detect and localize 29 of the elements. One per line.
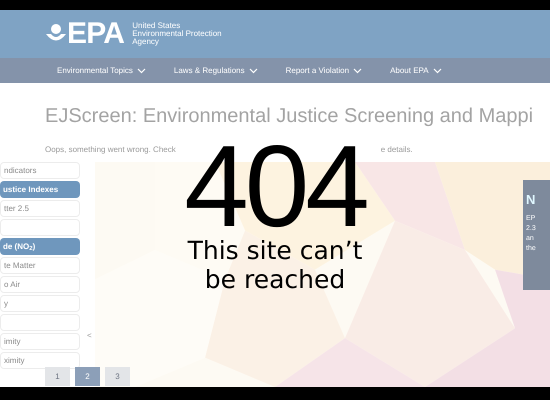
page-button[interactable]: 3 (105, 367, 130, 386)
chevron-down-icon (136, 68, 146, 74)
layer-list-item[interactable]: ustice Indexes (0, 181, 80, 198)
nav-menu-item[interactable]: About EPA (390, 64, 442, 76)
layer-list-item[interactable]: de (NO$_{2}$) (0, 238, 80, 255)
layer-list-item[interactable]: te Matter (0, 257, 80, 274)
chevron-down-icon (353, 68, 362, 74)
logo-text: EPA (67, 19, 124, 49)
notice-title: N (526, 192, 536, 208)
nav-menu-item[interactable]: Report a Violation (286, 64, 362, 76)
nav-menu-item[interactable]: Environmental Topics (57, 64, 146, 76)
layer-list-item[interactable]: ndicators (0, 162, 80, 179)
layer-list-item[interactable]: ximity (0, 352, 80, 369)
nav-menu-item[interactable]: Laws & Regulations (174, 64, 258, 76)
page-button[interactable]: 2 (75, 367, 100, 386)
page-button[interactable]: 1 (45, 367, 70, 386)
chevron-down-icon (248, 68, 258, 74)
page-title: EJScreen: Environmental Justice Screening and Mappi (45, 104, 534, 129)
agency-name: Environmental Protection (132, 30, 222, 38)
agency-name: United States (132, 22, 182, 30)
agency-name: Agency (132, 38, 160, 46)
chevron-down-icon (432, 68, 442, 74)
layer-list-item[interactable]: imity (0, 333, 80, 350)
error-message: Oops, something went wrong. Check (45, 144, 176, 156)
layer-list-item[interactable]: tter 2.5 (0, 200, 80, 217)
collapse-button[interactable]: < (87, 330, 92, 342)
error-message: e details. (380, 144, 413, 156)
layer-list-item[interactable]: o Air (0, 276, 80, 293)
layer-list-item[interactable]: y (0, 295, 80, 312)
